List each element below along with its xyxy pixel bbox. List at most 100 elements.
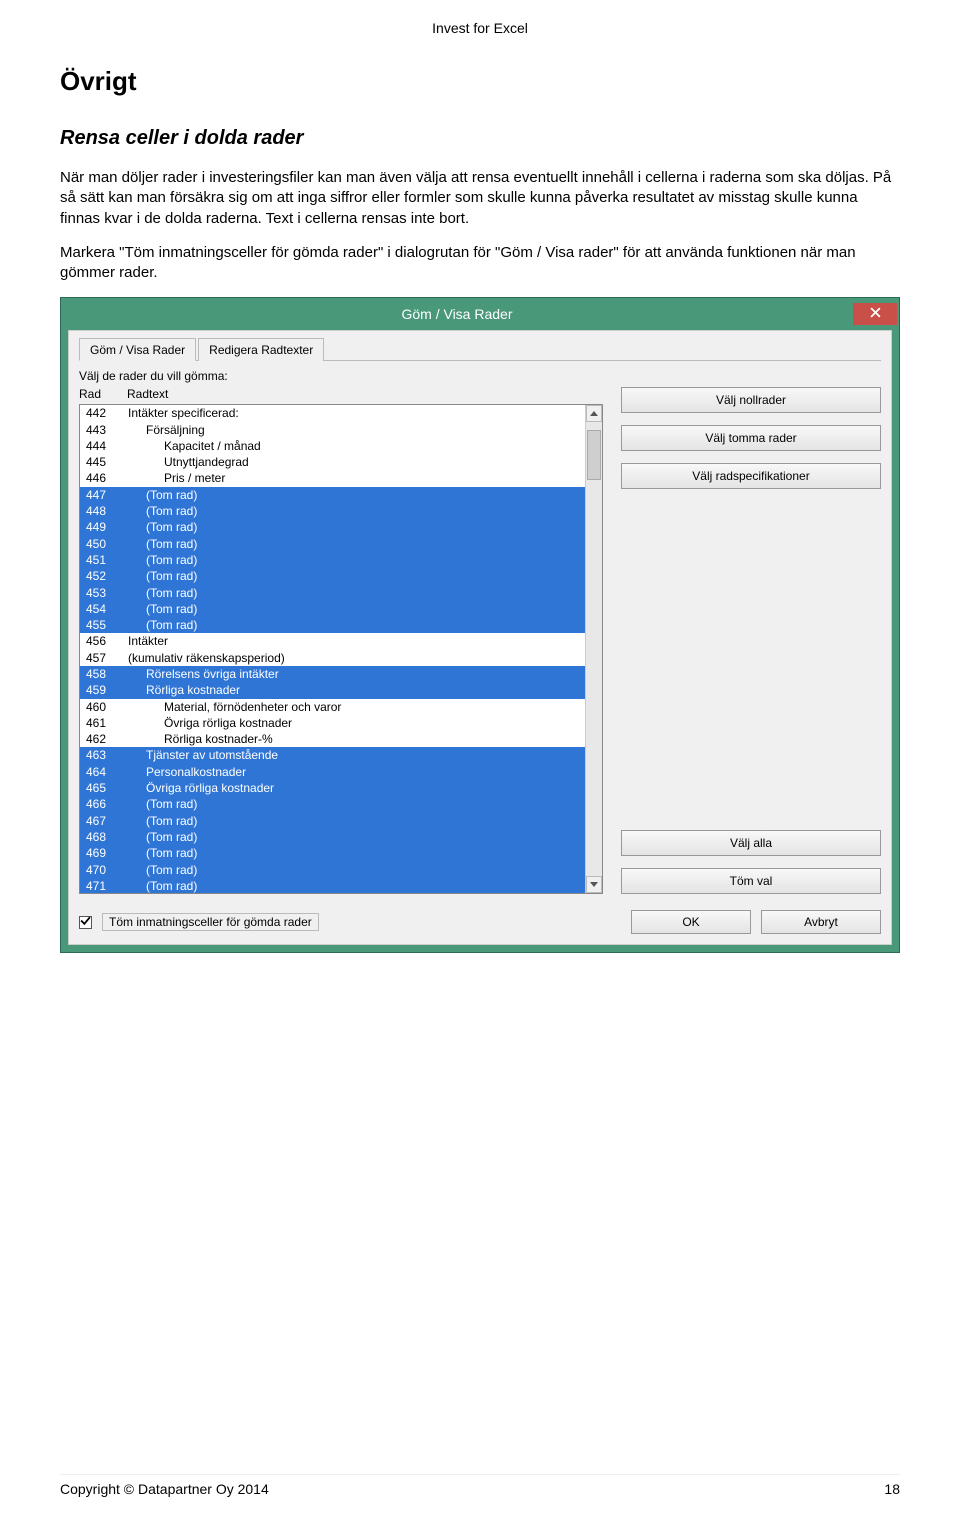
select-row-specifications-button[interactable]: Välj radspecifikationer [621,463,881,489]
row-text: Tjänster av utomstående [128,747,585,763]
scrollbar-thumb[interactable] [587,430,601,480]
list-item[interactable]: 450(Tom rad) [80,536,585,552]
header-text: Radtext [127,387,603,401]
list-item[interactable]: 469(Tom rad) [80,845,585,861]
list-item[interactable]: 454(Tom rad) [80,601,585,617]
list-item[interactable]: 453(Tom rad) [80,585,585,601]
clear-input-cells-label[interactable]: Töm inmatningsceller för gömda rader [102,913,319,931]
list-item[interactable]: 451(Tom rad) [80,552,585,568]
row-text: Försäljning [128,422,585,438]
list-item[interactable]: 457(kumulativ räkenskapsperiod) [80,650,585,666]
select-zero-rows-button[interactable]: Välj nollrader [621,387,881,413]
list-item[interactable]: 464Personalkostnader [80,764,585,780]
list-item[interactable]: 448(Tom rad) [80,503,585,519]
close-button[interactable] [853,303,897,325]
row-text: Utnyttjandegrad [128,454,585,470]
row-number: 462 [80,731,128,747]
rows-listbox[interactable]: 442Intäkter specificerad:443Försäljning4… [79,404,603,894]
dialog-body: Göm / Visa Rader Redigera Radtexter Välj… [68,330,892,945]
instruction-label: Välj de rader du vill gömma: [79,369,881,383]
row-number: 467 [80,813,128,829]
row-text: (Tom rad) [128,845,585,861]
paragraph-2: Markera "Töm inmatningsceller för gömda … [60,243,900,284]
list-item[interactable]: 471(Tom rad) [80,878,585,893]
list-item[interactable]: 455(Tom rad) [80,617,585,633]
row-text: (Tom rad) [128,503,585,519]
heading-1: Övrigt [60,66,900,97]
select-all-button[interactable]: Välj alla [621,830,881,856]
list-item[interactable]: 460Material, förnödenheter och varor [80,699,585,715]
row-text: Rörelsens övriga intäkter [128,666,585,682]
row-text: (Tom rad) [128,813,585,829]
row-number: 468 [80,829,128,845]
row-text: Rörliga kostnader [128,682,585,698]
list-item[interactable]: 468(Tom rad) [80,829,585,845]
row-number: 449 [80,519,128,535]
ok-button[interactable]: OK [631,910,751,934]
row-text: Övriga rörliga kostnader [128,780,585,796]
row-number: 450 [80,536,128,552]
row-text: (Tom rad) [128,552,585,568]
clear-selection-button[interactable]: Töm val [621,868,881,894]
heading-2: Rensa celler i dolda rader [60,127,900,150]
page-footer: Copyright © Datapartner Oy 2014 18 [60,1474,900,1497]
scroll-up-button[interactable] [586,405,602,422]
row-number: 459 [80,682,128,698]
row-number: 461 [80,715,128,731]
tab-edit-row-texts[interactable]: Redigera Radtexter [198,338,324,361]
row-text: Pris / meter [128,470,585,486]
list-item[interactable]: 445Utnyttjandegrad [80,454,585,470]
dialog-titlebar: Göm / Visa Rader [61,298,899,330]
tab-strip: Göm / Visa Rader Redigera Radtexter [79,337,881,361]
header-row: Rad [79,387,127,401]
cancel-button[interactable]: Avbryt [761,910,881,934]
dialog-footer: Töm inmatningsceller för gömda rader OK … [79,910,881,934]
select-empty-rows-button[interactable]: Välj tomma rader [621,425,881,451]
tab-hide-show-rows[interactable]: Göm / Visa Rader [79,338,196,361]
list-item[interactable]: 444Kapacitet / månad [80,438,585,454]
row-text: Intäkter specificerad: [128,405,585,421]
row-number: 466 [80,796,128,812]
page-number: 18 [884,1481,900,1497]
row-text: Intäkter [128,633,585,649]
list-item[interactable]: 449(Tom rad) [80,519,585,535]
row-text: Material, förnödenheter och varor [128,699,585,715]
list-item[interactable]: 466(Tom rad) [80,796,585,812]
row-text: Personalkostnader [128,764,585,780]
list-item[interactable]: 463Tjänster av utomstående [80,747,585,763]
row-number: 456 [80,633,128,649]
row-text: (Tom rad) [128,585,585,601]
list-item[interactable]: 459Rörliga kostnader [80,682,585,698]
list-item[interactable]: 452(Tom rad) [80,568,585,584]
list-item[interactable]: 442Intäkter specificerad: [80,405,585,421]
list-item[interactable]: 470(Tom rad) [80,862,585,878]
vertical-scrollbar[interactable] [585,405,602,893]
list-item[interactable]: 461Övriga rörliga kostnader [80,715,585,731]
list-item[interactable]: 458Rörelsens övriga intäkter [80,666,585,682]
clear-input-cells-checkbox[interactable] [79,916,92,929]
copyright-text: Copyright © Datapartner Oy 2014 [60,1481,269,1497]
list-headers: Rad Radtext [79,387,603,401]
list-item[interactable]: 465Övriga rörliga kostnader [80,780,585,796]
dialog-window: Göm / Visa Rader Göm / Visa Rader Redige… [60,297,900,953]
row-number: 470 [80,862,128,878]
row-number: 471 [80,878,128,893]
list-item[interactable]: 447(Tom rad) [80,487,585,503]
row-text: Övriga rörliga kostnader [128,715,585,731]
row-text: (Tom rad) [128,878,585,893]
row-number: 457 [80,650,128,666]
list-item[interactable]: 443Försäljning [80,422,585,438]
list-item[interactable]: 467(Tom rad) [80,813,585,829]
scrollbar-track[interactable] [586,422,602,876]
chevron-down-icon [590,882,598,887]
dialog-title: Göm / Visa Rader [61,306,853,322]
list-item[interactable]: 446Pris / meter [80,470,585,486]
row-text: (Tom rad) [128,601,585,617]
scroll-down-button[interactable] [586,876,602,893]
row-number: 463 [80,747,128,763]
row-number: 464 [80,764,128,780]
row-number: 454 [80,601,128,617]
list-item[interactable]: 462Rörliga kostnader-% [80,731,585,747]
list-item[interactable]: 456Intäkter [80,633,585,649]
row-text: Kapacitet / månad [128,438,585,454]
